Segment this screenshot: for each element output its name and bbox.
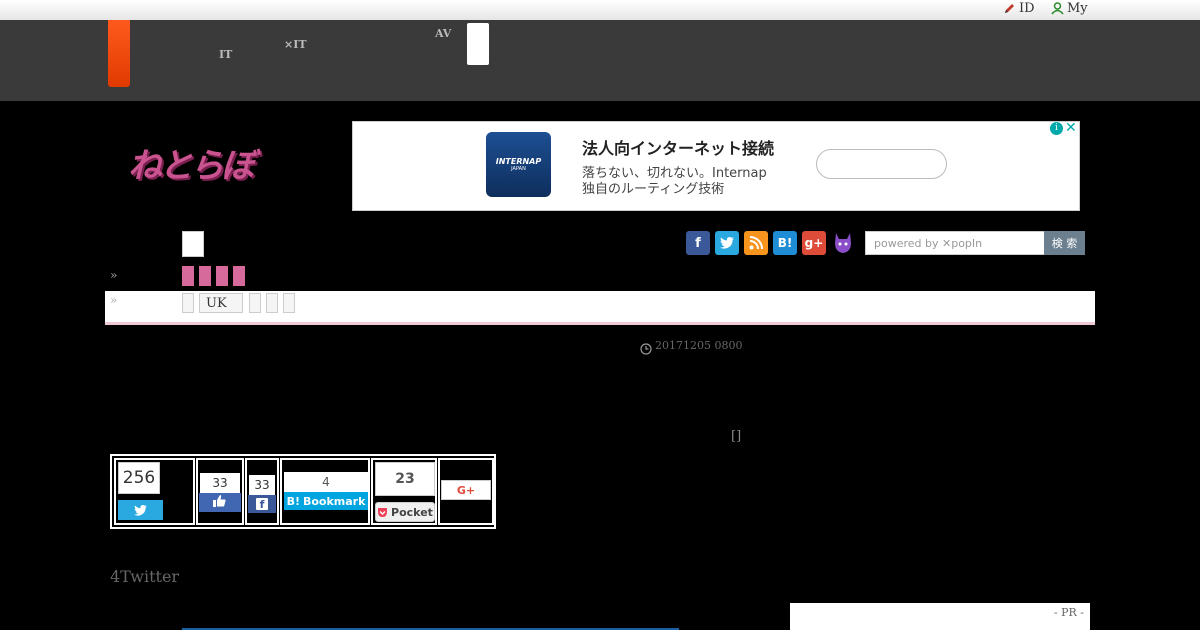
category-white-box[interactable] — [182, 231, 204, 257]
breadcrumb-chip-uk[interactable]: UK — [199, 293, 243, 313]
ad-line2: 独自のルーティング技術 — [582, 182, 725, 197]
hatena-bookmark-button[interactable]: B! Bookmark — [284, 492, 368, 510]
share-buttons: 256 33 33 f 4 B! Bookmark 23 Pocket G+ — [110, 454, 496, 529]
cat-icon[interactable] — [831, 231, 855, 255]
breadcrumb: » UK — [105, 291, 1095, 325]
my-link-label: My — [1067, 1, 1088, 16]
breadcrumb-pink-chip-4[interactable] — [233, 266, 245, 286]
thumbs-up-icon — [213, 495, 227, 510]
twitter-icon[interactable] — [715, 231, 739, 255]
nav-item-2[interactable]: ×IT — [284, 28, 317, 50]
search-input[interactable]: powered by ✕popIn — [865, 231, 1045, 255]
nav-home-tab[interactable] — [108, 20, 130, 87]
googleplus-share-button[interactable]: G+ — [441, 480, 491, 500]
global-nav: IT ×IT AV — [0, 20, 1200, 101]
ad-info-icon[interactable]: i — [1050, 122, 1063, 135]
nav-item-2-line2: ×IT — [284, 38, 307, 51]
twitter-share-count: 256 — [118, 462, 160, 494]
share-facebook[interactable]: 33 f — [245, 458, 279, 525]
breadcrumb-chip-blank-2[interactable] — [249, 293, 261, 313]
top-utility-bar: ID My — [0, 0, 1200, 20]
ad-close-icon[interactable]: ✕ — [1065, 120, 1078, 136]
pr-box[interactable]: - PR - — [790, 603, 1090, 630]
id-link[interactable]: ID — [1003, 1, 1035, 16]
facebook-share-button[interactable]: f — [248, 495, 276, 513]
hatena-share-count: 4 — [284, 472, 368, 492]
breadcrumb-pink-chip-3[interactable] — [216, 266, 228, 286]
nav-white-box[interactable] — [467, 23, 489, 65]
facebook-icon[interactable]: f — [686, 231, 710, 255]
article-timestamp: 20171205 0800 — [640, 339, 743, 355]
nav-item-1-line1 — [219, 28, 241, 39]
googleplus-label: G+ — [456, 483, 476, 497]
breadcrumb-chip-blank-4[interactable] — [283, 293, 295, 313]
hatena-icon[interactable]: B! — [773, 231, 797, 255]
clock-icon — [640, 340, 652, 355]
internap-logo-text: INTERNAP — [495, 157, 542, 166]
twitter-bird-icon — [134, 501, 147, 520]
ad-cta-box[interactable] — [816, 149, 947, 179]
breadcrumb-arrow-2: » — [110, 293, 118, 307]
share-pocket[interactable]: 23 Pocket — [371, 458, 437, 525]
pocket-share-count: 23 — [375, 462, 435, 496]
like-share-button[interactable] — [199, 493, 241, 512]
section-heading: 4Twitter — [110, 567, 180, 586]
nav-item-3[interactable]: AV — [435, 28, 457, 50]
share-googleplus[interactable]: G+ — [438, 458, 494, 525]
hatena-bookmark-label: Bookmark — [302, 494, 366, 508]
pocket-icon — [377, 507, 388, 518]
pocket-label: Pocket — [391, 505, 433, 519]
pencil-icon — [1003, 2, 1016, 15]
internap-logo: INTERNAP JAPAN — [486, 132, 551, 197]
hatena-b-icon: B! — [286, 494, 300, 508]
user-icon — [1051, 2, 1064, 15]
timestamp-text: 20171205 0800 — [655, 339, 743, 352]
breadcrumb-chip-uk-label: UK — [206, 296, 227, 311]
search-placeholder: powered by ✕popIn — [874, 237, 983, 250]
ad-title: 法人向インターネット接続 — [582, 139, 775, 158]
like-share-count: 33 — [200, 473, 240, 493]
facebook-share-count: 33 — [249, 475, 275, 495]
nav-item-1[interactable]: IT — [219, 28, 241, 60]
breadcrumb-arrow-1: » — [110, 268, 118, 282]
share-twitter[interactable]: 256 — [114, 458, 195, 525]
site-logo-text: ねとらぼ — [128, 146, 255, 186]
rss-icon[interactable] — [744, 231, 768, 255]
breadcrumb-chip-blank-1[interactable] — [182, 293, 194, 313]
article-bracket-text: [] — [731, 429, 742, 444]
search-button-label: 検 索 — [1051, 237, 1078, 250]
pocket-share-button[interactable]: Pocket — [375, 502, 435, 522]
breadcrumb-chip-blank-3[interactable] — [266, 293, 278, 313]
internap-logo-sub: JAPAN — [511, 166, 526, 172]
nav-item-3-line2 — [435, 39, 457, 50]
twitter-share-button[interactable] — [118, 500, 163, 520]
ad-banner[interactable]: INTERNAP JAPAN 法人向インターネット接続 落ちない、切れない。In… — [352, 120, 1080, 211]
site-logo[interactable]: ねとらぼ — [128, 138, 258, 188]
googleplus-icon[interactable]: g+ — [802, 231, 826, 255]
pr-label: - PR - — [1053, 606, 1084, 619]
id-link-label: ID — [1019, 1, 1035, 16]
search-button[interactable]: 検 索 — [1044, 231, 1085, 255]
breadcrumb-pink-chip-1[interactable] — [182, 266, 194, 286]
facebook-icon-small: f — [256, 498, 268, 511]
share-like[interactable]: 33 — [196, 458, 244, 525]
breadcrumb-pink-chip-2[interactable] — [199, 266, 211, 286]
nav-item-1-line2: IT — [219, 48, 233, 61]
my-link[interactable]: My — [1051, 1, 1088, 16]
share-hatena[interactable]: 4 B! Bookmark — [280, 458, 370, 525]
